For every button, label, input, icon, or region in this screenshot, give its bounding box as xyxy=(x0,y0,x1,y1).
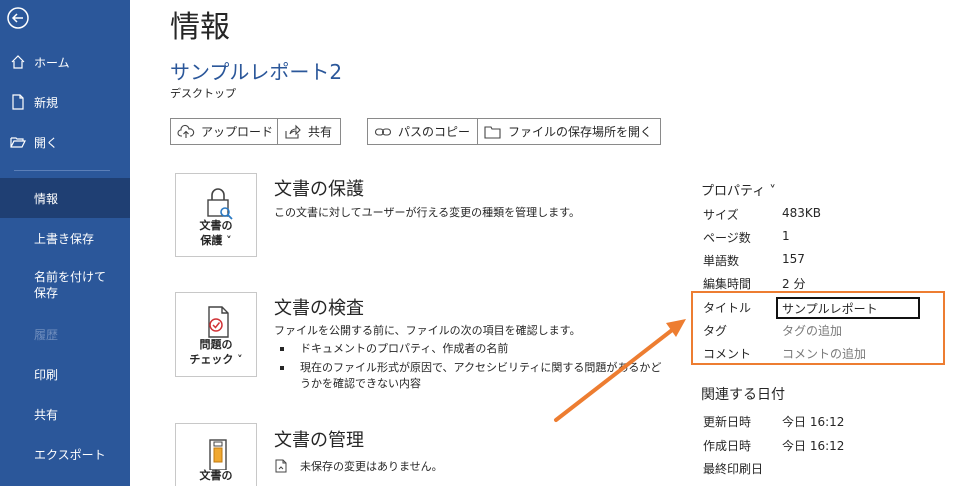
annotation-arrow-icon xyxy=(554,319,686,422)
backstage-sidebar: ホーム 新規 開く 情報 上書き保存 名前を付けて保存 履歴 印刷 共有 エクス… xyxy=(0,0,130,486)
document-location: デスクトップ xyxy=(170,87,236,100)
nav-open-label: 開く xyxy=(34,135,59,150)
home-icon xyxy=(9,53,27,71)
upload-button[interactable]: アップロード xyxy=(170,118,283,145)
inspect-document-icon xyxy=(208,306,229,338)
open-folder-icon xyxy=(9,133,27,151)
share-icon xyxy=(284,124,302,140)
open-location-label: ファイルの保存場所を開く xyxy=(508,125,653,139)
cloud-upload-icon xyxy=(177,124,195,140)
protect-button-line1: 文書の xyxy=(199,219,233,232)
nav-open[interactable]: 開く xyxy=(0,122,130,162)
page-title: 情報 xyxy=(170,10,230,45)
nav-save[interactable]: 上書き保存 xyxy=(0,218,130,258)
prop-words-label: 単語数 xyxy=(703,254,740,268)
new-document-icon xyxy=(9,93,27,111)
nav-share[interactable]: 共有 xyxy=(0,394,130,434)
share-button[interactable]: 共有 xyxy=(277,118,342,145)
manage-document-button[interactable]: 文書の xyxy=(175,423,257,486)
bullet-dot xyxy=(280,366,284,370)
copy-path-button[interactable]: パスのコピー xyxy=(367,118,480,145)
nav-share-label: 共有 xyxy=(34,407,59,422)
inspect-section-title: 文書の検査 xyxy=(274,298,364,319)
nav-print-label: 印刷 xyxy=(34,367,59,382)
protect-section-title: 文書の保護 xyxy=(274,179,364,200)
sidebar-divider xyxy=(14,170,110,171)
nav-home[interactable]: ホーム xyxy=(0,42,130,82)
manage-section-desc: 未保存の変更はありません。 xyxy=(300,460,443,473)
share-label: 共有 xyxy=(308,125,333,139)
nav-info-label: 情報 xyxy=(34,191,59,206)
related-dates-heading: 関連する日付 xyxy=(701,387,785,403)
date-created-value: 今日 16:12 xyxy=(782,439,845,453)
highlight-box xyxy=(691,291,945,365)
prop-edit-time-value: 2 分 xyxy=(782,277,806,291)
date-printed-label: 最終印刷日 xyxy=(703,462,764,476)
nav-history: 履歴 xyxy=(0,314,130,354)
link-icon xyxy=(374,124,392,140)
document-save-icon xyxy=(274,458,288,473)
bullet-dot xyxy=(280,347,284,351)
open-location-button[interactable]: ファイルの保存場所を開く xyxy=(477,118,662,145)
nav-save-as-label: 名前を付けて保存 xyxy=(34,270,107,300)
inspect-bullet-text: うかを確認できない内容 xyxy=(300,377,421,390)
check-button-line2: チェック ˅ xyxy=(189,353,243,366)
protect-section-desc: この文書に対してユーザーが行える変更の種類を管理します。 xyxy=(274,206,581,219)
upload-label: アップロード xyxy=(201,125,274,139)
folder-icon xyxy=(484,124,502,140)
nav-save-label: 上書き保存 xyxy=(34,231,95,246)
protect-button-line2: 保護 ˅ xyxy=(200,234,232,247)
properties-heading[interactable]: プロパティ ˅ xyxy=(701,180,776,199)
prop-pages-value: 1 xyxy=(782,229,790,243)
prop-pages-label: ページ数 xyxy=(703,231,751,245)
prop-edit-time-label: 編集時間 xyxy=(703,277,752,291)
nav-save-as[interactable]: 名前を付けて保存 xyxy=(0,265,130,309)
protect-document-button[interactable]: 文書の 保護 ˅ xyxy=(175,173,257,257)
date-modified-value: 今日 16:12 xyxy=(782,415,845,429)
inspect-section-desc: ファイルを公開する前に、ファイルの次の項目を確認します。 xyxy=(274,324,581,337)
nav-history-label: 履歴 xyxy=(34,327,59,342)
manage-document-icon xyxy=(209,439,227,470)
nav-print[interactable]: 印刷 xyxy=(0,354,130,394)
manage-button-line1: 文書の xyxy=(199,469,233,482)
date-modified-label: 更新日時 xyxy=(703,415,752,429)
nav-new[interactable]: 新規 xyxy=(0,82,130,122)
lock-document-icon xyxy=(207,188,233,220)
nav-home-label: ホーム xyxy=(34,55,70,70)
check-issues-button[interactable]: 問題の チェック ˅ xyxy=(175,292,257,377)
backstage-view: ホーム 新規 開く 情報 上書き保存 名前を付けて保存 履歴 印刷 共有 エクス… xyxy=(0,0,959,486)
back-button[interactable] xyxy=(4,4,32,32)
check-button-line1: 問題の xyxy=(199,338,233,351)
nav-export[interactable]: エクスポート xyxy=(0,434,130,474)
document-name: サンプルレポート2 xyxy=(170,60,343,84)
prop-words-value: 157 xyxy=(782,252,805,266)
prop-size-value: 483KB xyxy=(782,206,822,220)
manage-section-title: 文書の管理 xyxy=(274,430,364,451)
nav-new-label: 新規 xyxy=(34,95,59,110)
nav-export-label: エクスポート xyxy=(34,447,106,462)
nav-info[interactable]: 情報 xyxy=(0,178,130,218)
back-arrow-icon xyxy=(7,7,29,29)
prop-size-label: サイズ xyxy=(703,208,739,222)
inspect-bullet-text: ドキュメントのプロパティ、作成者の名前 xyxy=(300,342,509,355)
date-created-label: 作成日時 xyxy=(703,439,752,453)
copy-path-label: パスのコピー xyxy=(398,125,471,139)
